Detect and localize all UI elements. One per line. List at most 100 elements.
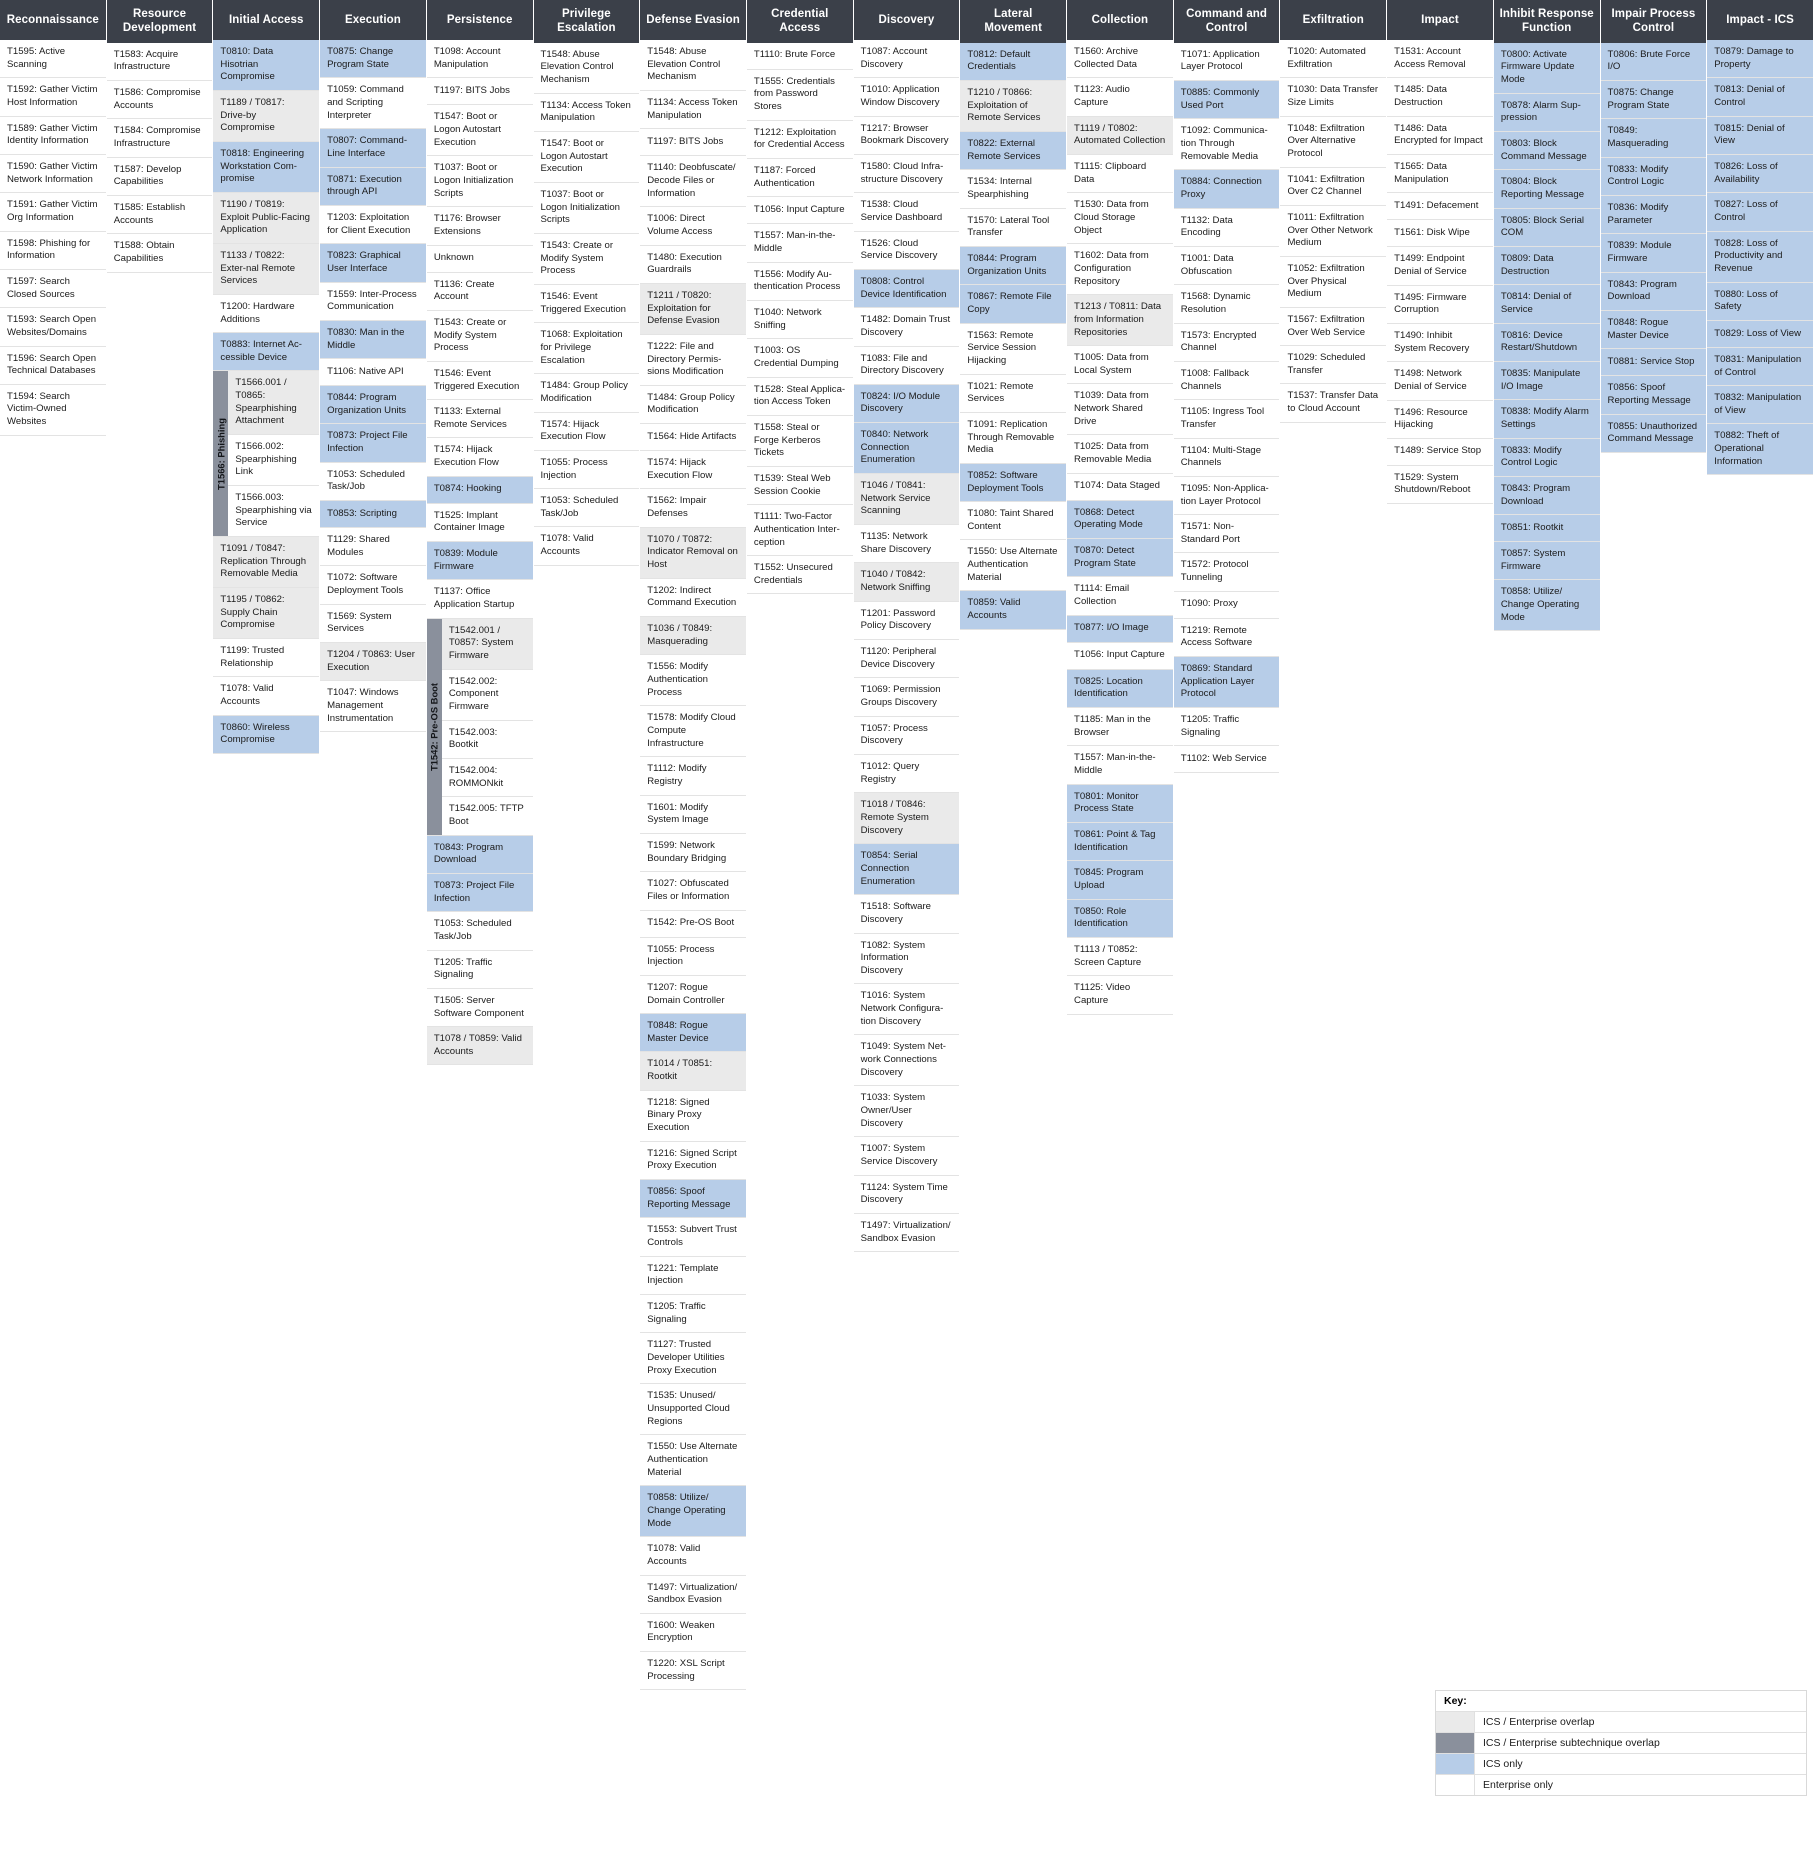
technique-cell[interactable]: T0828: Loss of Productivity and Revenue [1707,231,1813,283]
tactic-header[interactable]: Impair Process Control [1600,0,1707,43]
technique-cell[interactable]: T1591: Gather Victim Org Information [0,193,106,232]
technique-cell[interactable]: T1222: File and Directory Permis-sions M… [640,334,746,386]
technique-cell[interactable]: T1490: Inhibit System Recovery [1387,323,1493,363]
technique-cell[interactable]: T1484: Group Policy Modification [640,385,746,425]
technique-cell[interactable]: T0867: Remote File Copy [960,285,1067,324]
technique-cell[interactable]: T0801: Monitor Process State [1067,784,1173,823]
technique-cell[interactable]: T1561: Disk Wipe [1387,220,1493,248]
technique-cell[interactable]: T1574: Hijack Execution Flow [533,412,640,451]
technique-cell[interactable]: T1187: Forced Authentication [746,159,853,198]
subtechnique-cell[interactable]: T1566.003: Spearphishing via Service [228,486,320,537]
technique-cell[interactable]: T1560: Archive Collected Data [1067,40,1173,79]
technique-cell[interactable]: T1559: Inter-Process Communication [320,282,426,321]
technique-cell[interactable]: T1211 / T0820: Exploitation for Defense … [640,283,746,335]
technique-cell[interactable]: T0884: Connection Proxy [1173,170,1280,209]
technique-cell[interactable]: T1546: Event Triggered Execution [533,284,640,324]
technique-cell[interactable]: T1078 / T0859: Valid Accounts [426,1027,533,1066]
technique-cell[interactable]: T1600: Weaken Encryption [640,1613,746,1653]
technique-cell[interactable]: T0870: Detect Program State [1067,539,1173,578]
technique-cell[interactable]: T0860: Wireless Compromise [213,715,320,754]
technique-cell[interactable]: T0806: Brute Force I/O [1600,42,1707,82]
technique-cell[interactable]: T1008: Fallback Channels [1173,361,1280,401]
technique-cell[interactable]: T1548: Abuse Elevation Control Mechanism [640,40,746,91]
technique-cell[interactable]: T1133: External Remote Services [426,400,533,439]
technique-cell[interactable]: T1052: Exfiltration Over Physical Medium [1280,256,1387,308]
tactic-header[interactable]: Lateral Movement [960,0,1067,43]
technique-cell[interactable]: T1135: Network Share Discovery [853,525,960,564]
technique-cell[interactable]: T1583: Acquire Infrastructure [106,42,213,82]
technique-cell[interactable]: T1007: System Service Discovery [853,1137,960,1176]
technique-cell[interactable]: T1491: Defacement [1387,193,1493,221]
technique-cell[interactable]: T0803: Block Command Message [1493,132,1600,171]
technique-cell[interactable]: T0856: Spoof Reporting Message [1600,376,1707,415]
technique-cell[interactable]: T1570: Lateral Tool Transfer [960,208,1067,247]
technique-cell[interactable]: T1092: Communica-tion Through Removable … [1173,119,1280,171]
technique-cell[interactable]: T1557: Man-in-the-Middle [746,224,853,263]
technique-cell[interactable]: T0839: Module Firmware [426,542,533,581]
technique-cell[interactable]: T1125: Video Capture [1067,976,1173,1015]
technique-cell[interactable]: T1124: System Time Discovery [853,1175,960,1214]
technique-cell[interactable]: T1546: Event Triggered Execution [426,361,533,401]
technique-cell[interactable]: T1047: Windows Management Instrumentatio… [320,681,426,733]
technique-cell[interactable]: T0877: I/O Image [1067,615,1173,643]
technique-cell[interactable]: T0880: Loss of Safety [1707,282,1813,321]
technique-cell[interactable]: T1056: Input Capture [1067,642,1173,670]
technique-cell[interactable]: T0882: Theft of Operational Information [1707,424,1813,476]
technique-cell[interactable]: T1046 / T0841: Network Service Scanning [853,474,960,526]
technique-cell[interactable]: T1068: Exploitation for Privilege Escala… [533,323,640,375]
technique-cell[interactable]: T0871: Execution through API [320,167,426,206]
technique-cell[interactable]: T1091: Replication Through Removable Med… [960,412,1067,464]
tactic-header[interactable]: Exfiltration [1280,0,1387,40]
subtechnique-cell[interactable]: T1566.002: Spearphishing Link [228,435,320,487]
technique-cell[interactable]: T1049: System Net-work Connections Disco… [853,1035,960,1087]
tactic-header[interactable]: Resource Development [106,0,213,43]
technique-cell[interactable]: T1053: Scheduled Task/Job [320,462,426,502]
technique-cell[interactable]: T0874: Hooking [426,476,533,504]
technique-cell[interactable]: T1569: System Services [320,604,426,644]
technique-cell[interactable]: T1106: Native API [320,359,426,387]
technique-cell[interactable]: T1078: Valid Accounts [213,677,320,716]
technique-cell[interactable]: T0814: Denial of Service [1493,285,1600,324]
technique-cell[interactable]: T1120: Peripheral Device Discovery [853,640,960,679]
technique-cell[interactable]: T1199: Trusted Relationship [213,638,320,678]
technique-cell[interactable]: T1140: Deobfuscate/ Decode Files or Info… [640,156,746,208]
technique-cell[interactable]: T1136: Create Account [426,272,533,311]
tactic-header[interactable]: Impact - ICS [1707,0,1813,40]
technique-cell[interactable]: T1594: Search Victim-Owned Websites [0,384,106,436]
technique-cell[interactable]: T1596: Search Open Technical Databases [0,346,106,385]
technique-cell[interactable]: T0835: Manipulate I/O Image [1493,361,1600,401]
technique-cell[interactable]: T1563: Remote Service Session Hijacking [960,323,1067,375]
technique-cell[interactable]: T1593: Search Open Websites/Domains [0,308,106,347]
technique-cell[interactable]: T1204 / T0863: User Execution [320,643,426,682]
technique-cell[interactable]: T1074: Data Staged [1067,473,1173,501]
technique-cell[interactable]: T0809: Data Destruction [1493,246,1600,286]
technique-cell[interactable]: T1564: Hide Artifacts [640,424,746,452]
technique-cell[interactable]: T0845: Program Upload [1067,861,1173,900]
tactic-header[interactable]: Persistence [426,0,533,40]
technique-cell[interactable]: T1548: Abuse Elevation Control Mechanism [533,42,640,94]
technique-cell[interactable]: T1053: Scheduled Task/Job [533,489,640,528]
technique-cell[interactable]: T1219: Remote Access Software [1173,618,1280,658]
technique-cell[interactable]: T1053: Scheduled Task/Job [426,912,533,951]
technique-cell[interactable]: T1485: Data Destruction [1387,78,1493,117]
technique-cell[interactable]: T0883: Internet Ac-cessible Device [213,333,320,372]
technique-cell[interactable]: T1585: Establish Accounts [106,196,213,235]
technique-cell[interactable]: T1025: Data from Removable Media [1067,435,1173,474]
technique-cell[interactable]: T1104: Multi-Stage Channels [1173,438,1280,477]
technique-cell[interactable]: T1539: Steal Web Session Cookie [746,466,853,506]
technique-cell[interactable]: T1595: Active Scanning [0,40,106,79]
technique-cell[interactable]: T1495: Firmware Corruption [1387,285,1493,324]
technique-cell[interactable]: T1556: Modify Au-thentication Process [746,262,853,301]
technique-cell[interactable]: T1059: Command and Scripting Interpreter [320,78,426,130]
technique-cell[interactable]: T1489: Service Stop [1387,438,1493,466]
technique-cell[interactable]: T1039: Data from Network Shared Drive [1067,384,1173,436]
technique-cell[interactable]: T1216: Signed Script Proxy Execution [640,1141,746,1181]
technique-cell[interactable]: T1518: Software Discovery [853,895,960,934]
technique-cell[interactable]: T1588: Obtain Capabilities [106,234,213,273]
technique-cell[interactable]: T0869: Standard Application Layer Protoc… [1173,657,1280,709]
subtechnique-cell[interactable]: T1542.002: Component Firmware [441,669,533,721]
technique-cell[interactable]: T0859: Valid Accounts [960,591,1067,630]
technique-cell[interactable]: T1014 / T0851: Rootkit [640,1052,746,1091]
technique-cell[interactable]: T1571: Non-Standard Port [1173,515,1280,554]
technique-cell[interactable]: T1006: Direct Volume Access [640,207,746,246]
